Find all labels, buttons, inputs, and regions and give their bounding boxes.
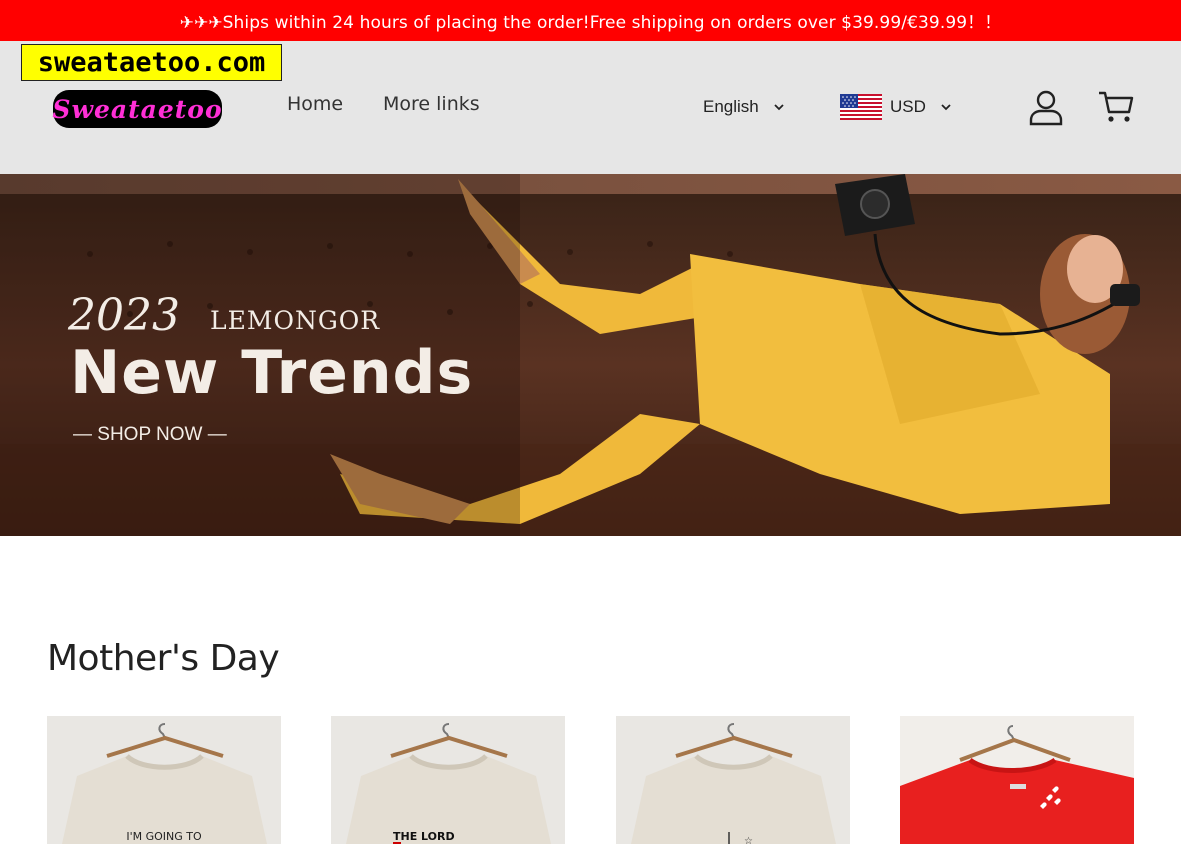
announcement-text: ✈✈✈Ships within 24 hours of placing the …	[179, 13, 1002, 33]
product-card[interactable]: THE LORD	[331, 716, 565, 844]
shop-now-button[interactable]: — SHOP NOW —	[73, 424, 227, 446]
user-icon[interactable]	[1029, 90, 1063, 126]
site-logo[interactable]: Sweataetoo	[52, 90, 223, 128]
product-print-text: THE LORD	[393, 830, 455, 843]
us-flag-icon	[840, 94, 882, 120]
chevron-down-icon	[941, 104, 951, 111]
svg-text:☆: ☆	[744, 836, 753, 844]
product-print-text: I'M GOING TO	[126, 830, 202, 843]
hero-year: 2023	[68, 290, 180, 341]
currency-label: USD	[890, 97, 926, 116]
language-label: English	[703, 97, 759, 116]
hero-headline: New Trends	[70, 338, 474, 408]
product-image	[900, 716, 1134, 844]
logo-text: Sweataetoo	[52, 94, 223, 124]
hero-banner[interactable]: 2023 LEMONGOR New Trends — SHOP NOW —	[0, 174, 1181, 536]
announcement-bar: ✈✈✈Ships within 24 hours of placing the …	[0, 0, 1181, 41]
product-card[interactable]: ☆	[616, 716, 850, 844]
currency-selector[interactable]: USD	[840, 94, 952, 120]
product-card[interactable]: I'M GOING TO	[47, 716, 281, 844]
product-card[interactable]	[900, 716, 1134, 844]
nav-home-link[interactable]: Home	[287, 93, 343, 115]
product-image: I'M GOING TO	[47, 716, 281, 844]
product-image: ☆	[616, 716, 850, 844]
collection-title: Mother's Day	[47, 638, 280, 679]
hero-brand: LEMONGOR	[210, 306, 381, 335]
site-watermark: sweataetoo.com	[21, 44, 282, 81]
product-image: THE LORD	[331, 716, 565, 844]
nav-more-links-link[interactable]: More links	[383, 93, 480, 115]
cart-icon[interactable]	[1098, 90, 1134, 124]
chevron-down-icon	[774, 104, 784, 111]
language-selector[interactable]: English	[703, 94, 785, 120]
watermark-text: sweataetoo.com	[37, 47, 266, 78]
